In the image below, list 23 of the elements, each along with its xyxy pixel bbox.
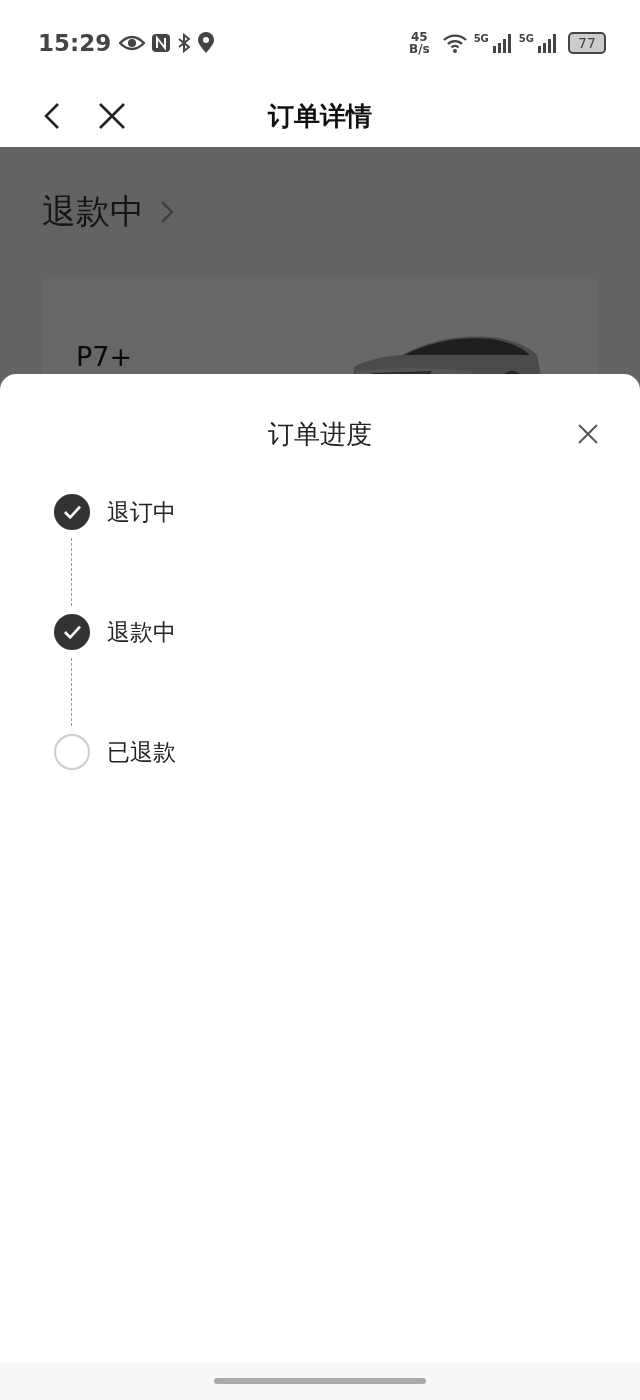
network-type: 5G [518,32,534,44]
back-icon [44,102,60,130]
location-icon [197,31,216,54]
close-button[interactable] [578,424,598,444]
chevron-right-icon [160,200,174,224]
network-type: 5G [473,32,489,44]
wifi-icon [441,32,468,53]
page-title: 订单详情 [268,99,372,133]
nfc-icon [151,32,172,53]
net-speed-unit: B/s [409,42,430,55]
net-speed: 45 [410,30,428,43]
step-label: 退订中 [107,497,176,527]
battery-icon: 77 [568,31,606,54]
bluetooth-icon [177,32,192,53]
car-model: P7+ [76,341,133,373]
eye-icon [119,33,146,52]
step-label: 已退款 [107,737,176,767]
sheet-title: 订单进度 [268,417,372,451]
close-icon [98,102,126,130]
order-status: 退款中 [42,190,144,233]
status-time: 15:29 [38,29,112,56]
step-label: 退款中 [107,617,176,647]
close-icon [578,424,598,444]
